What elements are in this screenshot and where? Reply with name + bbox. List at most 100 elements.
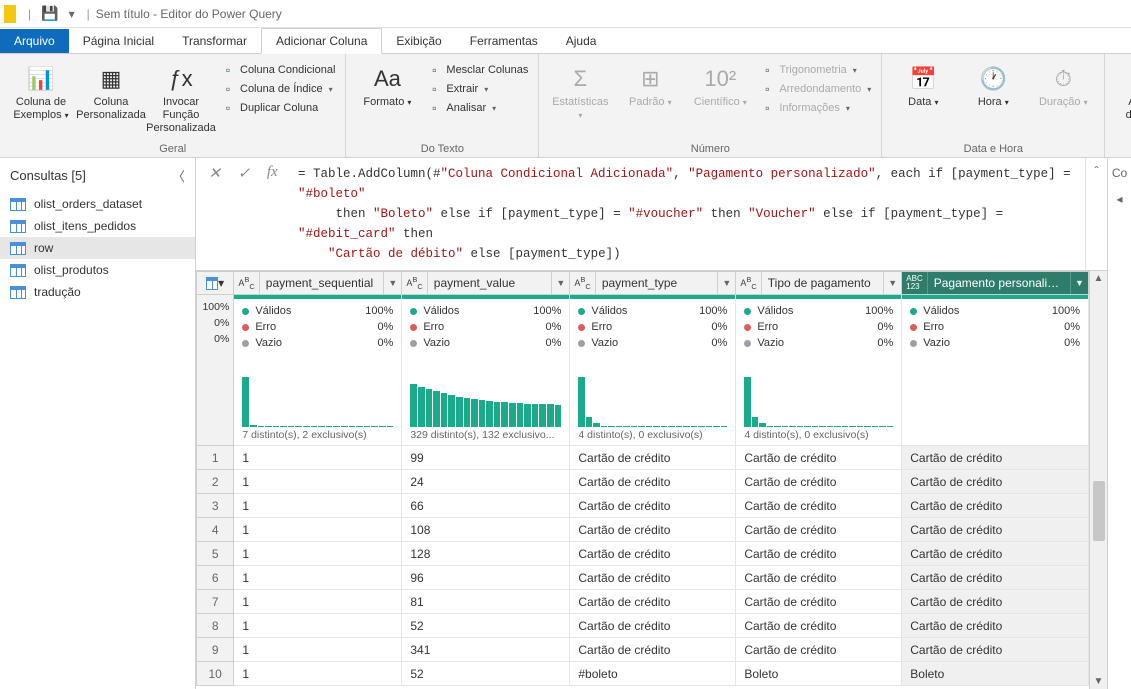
cell[interactable]: 108 — [402, 518, 570, 542]
cell[interactable]: 1 — [234, 590, 402, 614]
cell[interactable]: Cartão de crédito — [902, 494, 1089, 518]
column-filter-icon[interactable]: ▼ — [383, 272, 401, 294]
cell[interactable]: 1 — [234, 542, 402, 566]
column-type-icon[interactable]: ABC — [234, 272, 259, 294]
cell[interactable]: #boleto — [570, 662, 736, 686]
table-row[interactable]: 91341Cartão de créditoCartão de créditoC… — [197, 638, 1089, 662]
arredondamento-button[interactable]: ▫Arredondamento — [759, 81, 871, 97]
table-corner[interactable]: ▾ — [197, 272, 234, 295]
cell[interactable]: Cartão de crédito — [902, 542, 1089, 566]
cell[interactable]: 1 — [234, 470, 402, 494]
cell[interactable]: 66 — [402, 494, 570, 518]
cell[interactable]: 128 — [402, 542, 570, 566]
cell[interactable]: 1 — [234, 614, 402, 638]
cell[interactable]: Cartão de crédito — [570, 494, 736, 518]
row-number[interactable]: 1 — [197, 446, 234, 470]
column-header[interactable]: ABCpayment_value▼ — [402, 272, 570, 295]
cell[interactable]: Cartão de crédito — [736, 638, 902, 662]
cell[interactable]: Cartão de crédito — [570, 638, 736, 662]
duracao-button[interactable]: ⏱Duração ▾ — [1032, 58, 1094, 109]
cell[interactable]: Cartão de crédito — [570, 566, 736, 590]
column-header[interactable]: ABCpayment_sequential▼ — [234, 272, 402, 295]
table-row[interactable]: 1199Cartão de créditoCartão de créditoCa… — [197, 446, 1089, 470]
formato-button[interactable]: AaFormato ▾ — [356, 58, 418, 109]
accept-formula-icon[interactable]: ✓ — [238, 164, 251, 183]
table-row[interactable]: 10152#boletoBoletoBoleto — [197, 662, 1089, 686]
save-icon[interactable]: 💾 — [41, 5, 58, 22]
cell[interactable]: Cartão de crédito — [902, 614, 1089, 638]
analise-texto-button[interactable]: ≡Análisede Texto — [1115, 58, 1131, 122]
row-number[interactable]: 7 — [197, 590, 234, 614]
column-header[interactable]: ABCpayment_type▼ — [570, 272, 736, 295]
row-number[interactable]: 4 — [197, 518, 234, 542]
row-number[interactable]: 8 — [197, 614, 234, 638]
cell[interactable]: Cartão de crédito — [736, 470, 902, 494]
cell[interactable]: Boleto — [736, 662, 902, 686]
collapse-sidebar-icon[interactable]: 〈 — [172, 166, 185, 185]
cell[interactable]: 99 — [402, 446, 570, 470]
column-type-icon[interactable]: ABC123 — [902, 272, 927, 294]
cell[interactable]: Cartão de crédito — [570, 470, 736, 494]
collapse-formula-icon[interactable]: ˆ — [1085, 158, 1107, 270]
query-item[interactable]: tradução — [0, 281, 195, 303]
cell[interactable]: Cartão de crédito — [736, 518, 902, 542]
tab-ajuda[interactable]: Ajuda — [552, 29, 611, 53]
table-row[interactable]: 2124Cartão de créditoCartão de créditoCa… — [197, 470, 1089, 494]
scroll-up-icon[interactable]: ▲ — [1090, 273, 1107, 284]
cell[interactable]: Cartão de crédito — [902, 566, 1089, 590]
tab-adicionar-coluna[interactable]: Adicionar Coluna — [261, 28, 382, 54]
cell[interactable]: Cartão de crédito — [736, 542, 902, 566]
column-filter-icon[interactable]: ▼ — [883, 272, 901, 294]
column-filter-icon[interactable]: ▼ — [1070, 272, 1088, 294]
query-item[interactable]: olist_orders_dataset — [0, 193, 195, 215]
row-number[interactable]: 5 — [197, 542, 234, 566]
table-row[interactable]: 7181Cartão de créditoCartão de créditoCa… — [197, 590, 1089, 614]
expand-right-rail-icon[interactable]: ◂ — [1116, 192, 1122, 206]
table-row[interactable]: 41108Cartão de créditoCartão de créditoC… — [197, 518, 1089, 542]
column-type-icon[interactable]: ABC — [570, 272, 595, 294]
cell[interactable]: 24 — [402, 470, 570, 494]
row-number[interactable]: 6 — [197, 566, 234, 590]
data-button[interactable]: 📅Data ▾ — [892, 58, 954, 109]
coluna-indice-button[interactable]: ▫Coluna de Índice — [220, 81, 335, 97]
cell[interactable]: 81 — [402, 590, 570, 614]
table-row[interactable]: 6196Cartão de créditoCartão de créditoCa… — [197, 566, 1089, 590]
cell[interactable]: Cartão de crédito — [570, 446, 736, 470]
coluna-condicional-button[interactable]: ▫Coluna Condicional — [220, 62, 335, 78]
query-item[interactable]: row — [0, 237, 195, 259]
coluna-exemplos-button[interactable]: 📊Coluna deExemplos ▾ — [10, 58, 72, 122]
cell[interactable]: Cartão de crédito — [736, 614, 902, 638]
cell[interactable]: Boleto — [902, 662, 1089, 686]
hora-button[interactable]: 🕐Hora ▾ — [962, 58, 1024, 109]
column-filter-icon[interactable]: ▼ — [551, 272, 569, 294]
cell[interactable]: Cartão de crédito — [902, 470, 1089, 494]
cell[interactable]: Cartão de crédito — [902, 590, 1089, 614]
row-number[interactable]: 3 — [197, 494, 234, 518]
tab-ferramentas[interactable]: Ferramentas — [456, 29, 552, 53]
cell[interactable]: Cartão de crédito — [902, 638, 1089, 662]
query-item[interactable]: olist_produtos — [0, 259, 195, 281]
cell[interactable]: Cartão de crédito — [570, 590, 736, 614]
invocar-func-button[interactable]: ƒxInvocar FunçãoPersonalizada — [150, 58, 212, 135]
column-type-icon[interactable]: ABC — [402, 272, 427, 294]
coluna-pers-button[interactable]: ▦ColunaPersonalizada — [80, 58, 142, 122]
tab-transformar[interactable]: Transformar — [168, 29, 261, 53]
query-item[interactable]: olist_itens_pedidos — [0, 215, 195, 237]
cell[interactable]: 52 — [402, 614, 570, 638]
analisar-button[interactable]: ▫Analisar — [426, 100, 528, 116]
row-number[interactable]: 2 — [197, 470, 234, 494]
vertical-scrollbar[interactable]: ▲ ▼ — [1089, 271, 1107, 689]
padrao-button[interactable]: ⊞Padrão ▾ — [619, 58, 681, 109]
data-grid[interactable]: ▾ ABCpayment_sequential▼ABCpayment_value… — [196, 271, 1089, 686]
trigonometria-button[interactable]: ▫Trigonometria — [759, 62, 871, 78]
scroll-thumb[interactable] — [1093, 481, 1105, 541]
scroll-down-icon[interactable]: ▼ — [1090, 676, 1107, 687]
cell[interactable]: 1 — [234, 446, 402, 470]
fx-icon[interactable]: fx — [267, 164, 278, 181]
tab-página-inicial[interactable]: Página Inicial — [69, 29, 168, 53]
estatisticas-button[interactable]: ΣEstatísticas ▾ — [549, 58, 611, 122]
cell[interactable]: 1 — [234, 518, 402, 542]
column-filter-icon[interactable]: ▼ — [717, 272, 735, 294]
column-header[interactable]: ABC123Pagamento personalizado▼ — [902, 272, 1089, 295]
column-type-icon[interactable]: ABC — [736, 272, 761, 294]
